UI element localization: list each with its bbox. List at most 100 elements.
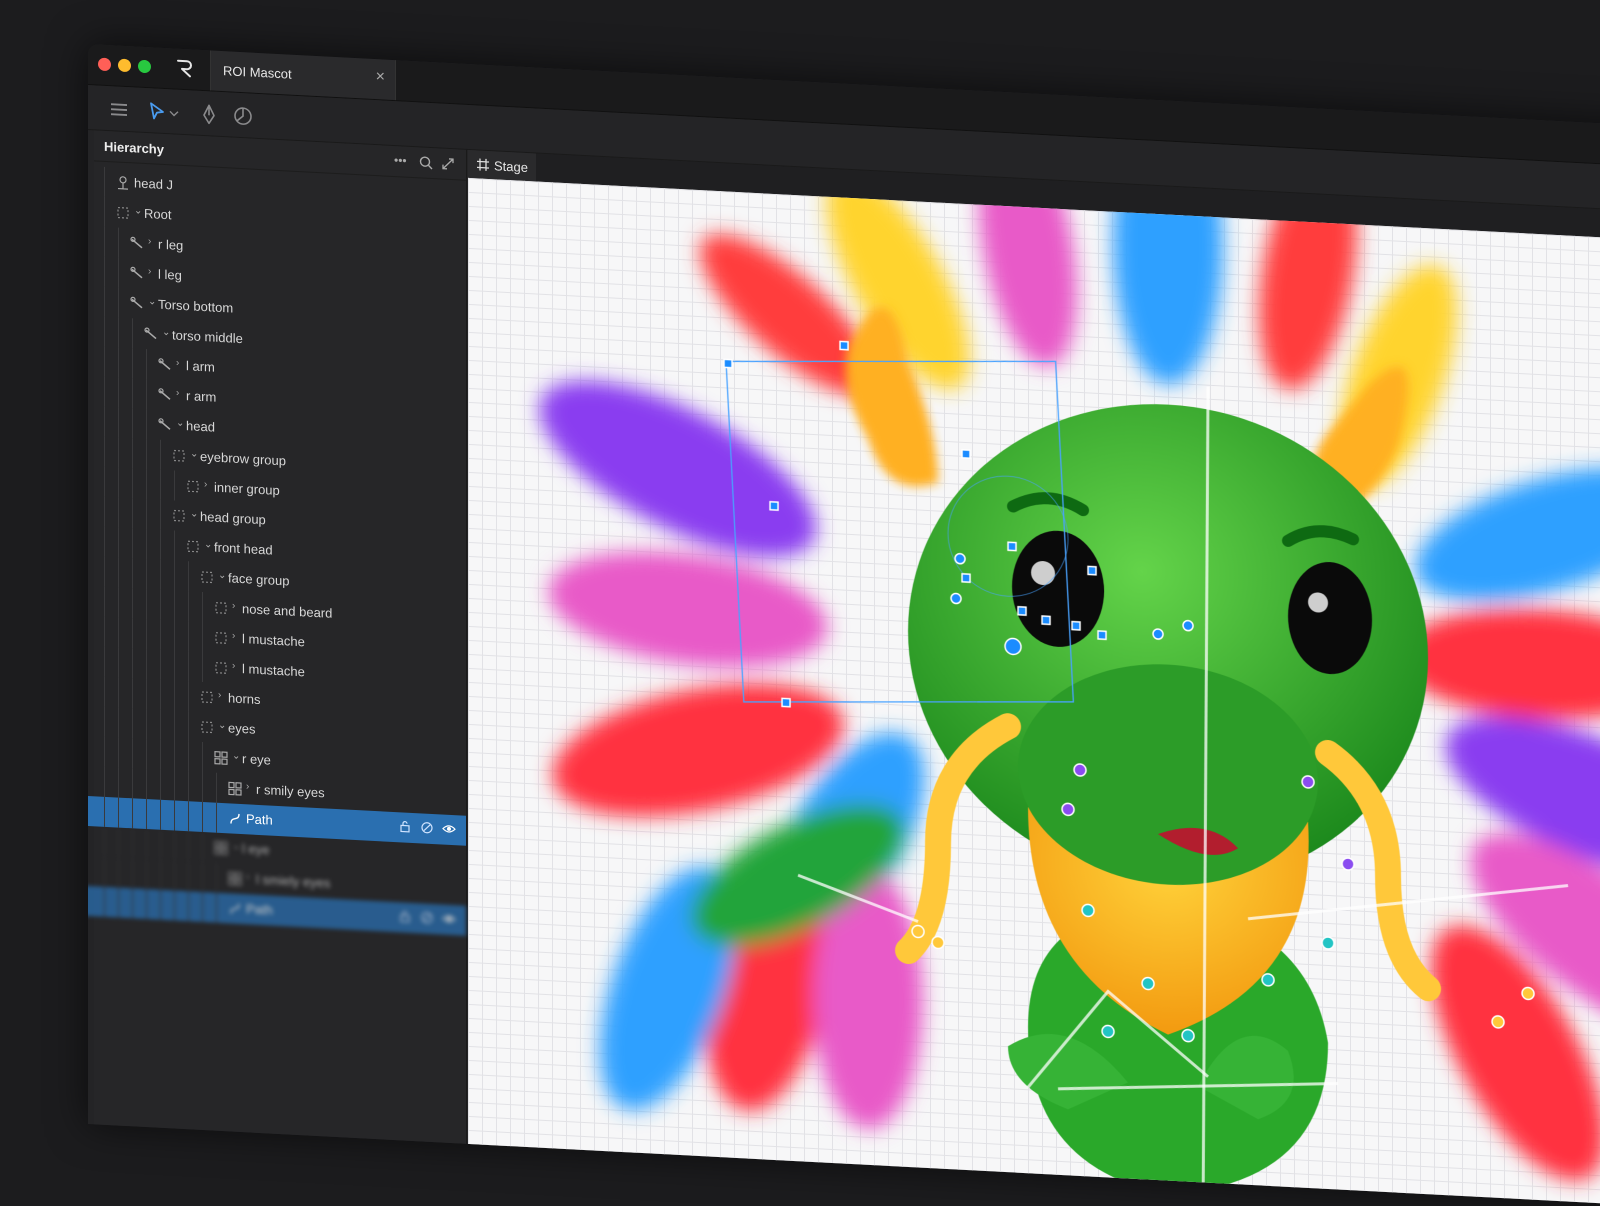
- tree-guide-line: [188, 651, 189, 682]
- tree-guide-line: [188, 711, 189, 742]
- lock-icon[interactable]: [398, 909, 412, 924]
- maximize-window-button[interactable]: [138, 59, 151, 74]
- menu-icon[interactable]: [106, 96, 132, 123]
- tree-row-label: face group: [228, 570, 290, 589]
- visibility-eye-icon[interactable]: [442, 912, 456, 927]
- select-tool-icon[interactable]: [144, 98, 170, 125]
- tree-guide-line: [202, 741, 203, 773]
- chevron-right-icon[interactable]: ›: [176, 388, 179, 399]
- chevron-right-icon[interactable]: ›: [204, 479, 207, 490]
- close-window-button[interactable]: [98, 57, 111, 72]
- tree-row-label: eyebrow group: [200, 448, 286, 469]
- tree-guide-line: [174, 860, 175, 891]
- visibility-eye-icon[interactable]: [442, 822, 456, 837]
- tree-guide-line: [146, 769, 147, 800]
- chevron-down-icon[interactable]: ⌄: [232, 841, 240, 852]
- close-tab-icon[interactable]: ×: [376, 68, 385, 86]
- group-icon: [172, 508, 186, 523]
- chevron-down-icon[interactable]: ⌄: [190, 508, 198, 519]
- bone-icon: [158, 358, 172, 373]
- tree-guide-line: [160, 709, 161, 740]
- tree-guide-line: [104, 376, 105, 407]
- tree-guide-line: [146, 589, 147, 620]
- app-logo-icon[interactable]: [174, 57, 196, 80]
- tree-guide-line: [118, 587, 119, 618]
- chevron-right-icon[interactable]: ›: [232, 661, 235, 672]
- tree-guide-line: [160, 529, 161, 560]
- tree-guide-line: [146, 829, 147, 860]
- solo-icon[interactable]: [420, 910, 434, 925]
- tree-guide-line: [146, 409, 147, 440]
- tree-guide-line: [174, 590, 175, 621]
- group-icon: [214, 631, 228, 646]
- tab-stage[interactable]: Stage: [468, 149, 536, 182]
- shape-tool-icon[interactable]: [230, 102, 256, 129]
- tree-guide-line: [104, 286, 105, 317]
- tree-guide-line: [146, 799, 147, 830]
- tree-row-label: l eye: [242, 841, 270, 858]
- chevron-down-icon[interactable]: ⌄: [218, 720, 226, 731]
- bone-root-icon: [116, 175, 130, 190]
- tree-guide-line: [160, 649, 161, 680]
- chevron-right-icon[interactable]: ›: [232, 601, 235, 612]
- chevron-right-icon[interactable]: ›: [148, 266, 151, 277]
- tree-guide-line: [146, 739, 147, 770]
- chevron-down-icon[interactable]: ⌄: [204, 539, 212, 550]
- tree-guide-line: [146, 559, 147, 590]
- tree-guide-line: [160, 739, 161, 770]
- chevron-down-icon[interactable]: ⌄: [218, 570, 226, 581]
- minimize-window-button[interactable]: [118, 58, 131, 73]
- tree-guide-line: [118, 857, 119, 888]
- chevron-down-icon[interactable]: ⌄: [176, 418, 184, 429]
- tree-guide-line: [146, 679, 147, 710]
- chevron-down-icon[interactable]: ⌄: [134, 205, 142, 216]
- tree-guide-line: [132, 798, 133, 829]
- tree-row-label: Path: [246, 811, 273, 828]
- group-icon: [214, 601, 228, 616]
- tree-row-label: r arm: [186, 388, 217, 405]
- tree-guide-line: [132, 828, 133, 859]
- mascot-artwork[interactable]: [468, 177, 1600, 1206]
- chevron-right-icon[interactable]: ›: [232, 631, 235, 642]
- tree-guide-line: [104, 616, 105, 647]
- tree-row-label: inner group: [214, 479, 280, 499]
- tree-guide-line: [188, 681, 189, 712]
- tree-row-label: head group: [200, 508, 266, 528]
- tree-guide-line: [146, 379, 147, 410]
- lock-icon[interactable]: [398, 819, 412, 834]
- more-options-icon[interactable]: •••: [394, 153, 410, 170]
- tree-guide-line: [132, 618, 133, 649]
- solo-icon[interactable]: [420, 820, 434, 835]
- tree-guide-line: [132, 498, 133, 529]
- tree-guide-line: [160, 889, 161, 920]
- tree-guide-line: [104, 436, 105, 467]
- chevron-right-icon[interactable]: ›: [176, 358, 179, 369]
- chevron-right-icon[interactable]: ›: [148, 236, 151, 247]
- tree-guide-line: [160, 799, 161, 830]
- chevron-down-icon[interactable]: ⌄: [162, 327, 170, 338]
- tree-guide-line: [118, 497, 119, 528]
- group-icon: [116, 205, 130, 220]
- stage-canvas[interactable]: [468, 177, 1600, 1206]
- pen-tool-icon[interactable]: [196, 101, 222, 128]
- search-icon[interactable]: [418, 154, 434, 171]
- tree-guide-line: [160, 559, 161, 590]
- tree-guide-line: [146, 619, 147, 650]
- chevron-down-icon[interactable]: ⌄: [232, 751, 240, 762]
- tree-guide-line: [174, 620, 175, 651]
- bone-icon: [144, 327, 158, 342]
- chevron-right-icon[interactable]: ›: [246, 781, 249, 792]
- chevron-down-icon[interactable]: ⌄: [190, 448, 198, 459]
- bone-icon: [130, 236, 144, 251]
- tree-guide-line: [188, 861, 189, 892]
- tree-row-label: nose and beard: [242, 601, 333, 621]
- group-icon: [200, 690, 214, 705]
- tree-guide-line: [118, 317, 119, 348]
- chevron-down-icon[interactable]: ⌄: [148, 296, 156, 307]
- select-tool-dropdown-icon[interactable]: [168, 99, 180, 126]
- tree-guide-line: [132, 558, 133, 589]
- chevron-right-icon[interactable]: ›: [246, 871, 249, 882]
- tree-guide-line: [188, 591, 189, 622]
- chevron-right-icon[interactable]: ›: [218, 690, 221, 701]
- expand-panel-icon[interactable]: [440, 155, 456, 172]
